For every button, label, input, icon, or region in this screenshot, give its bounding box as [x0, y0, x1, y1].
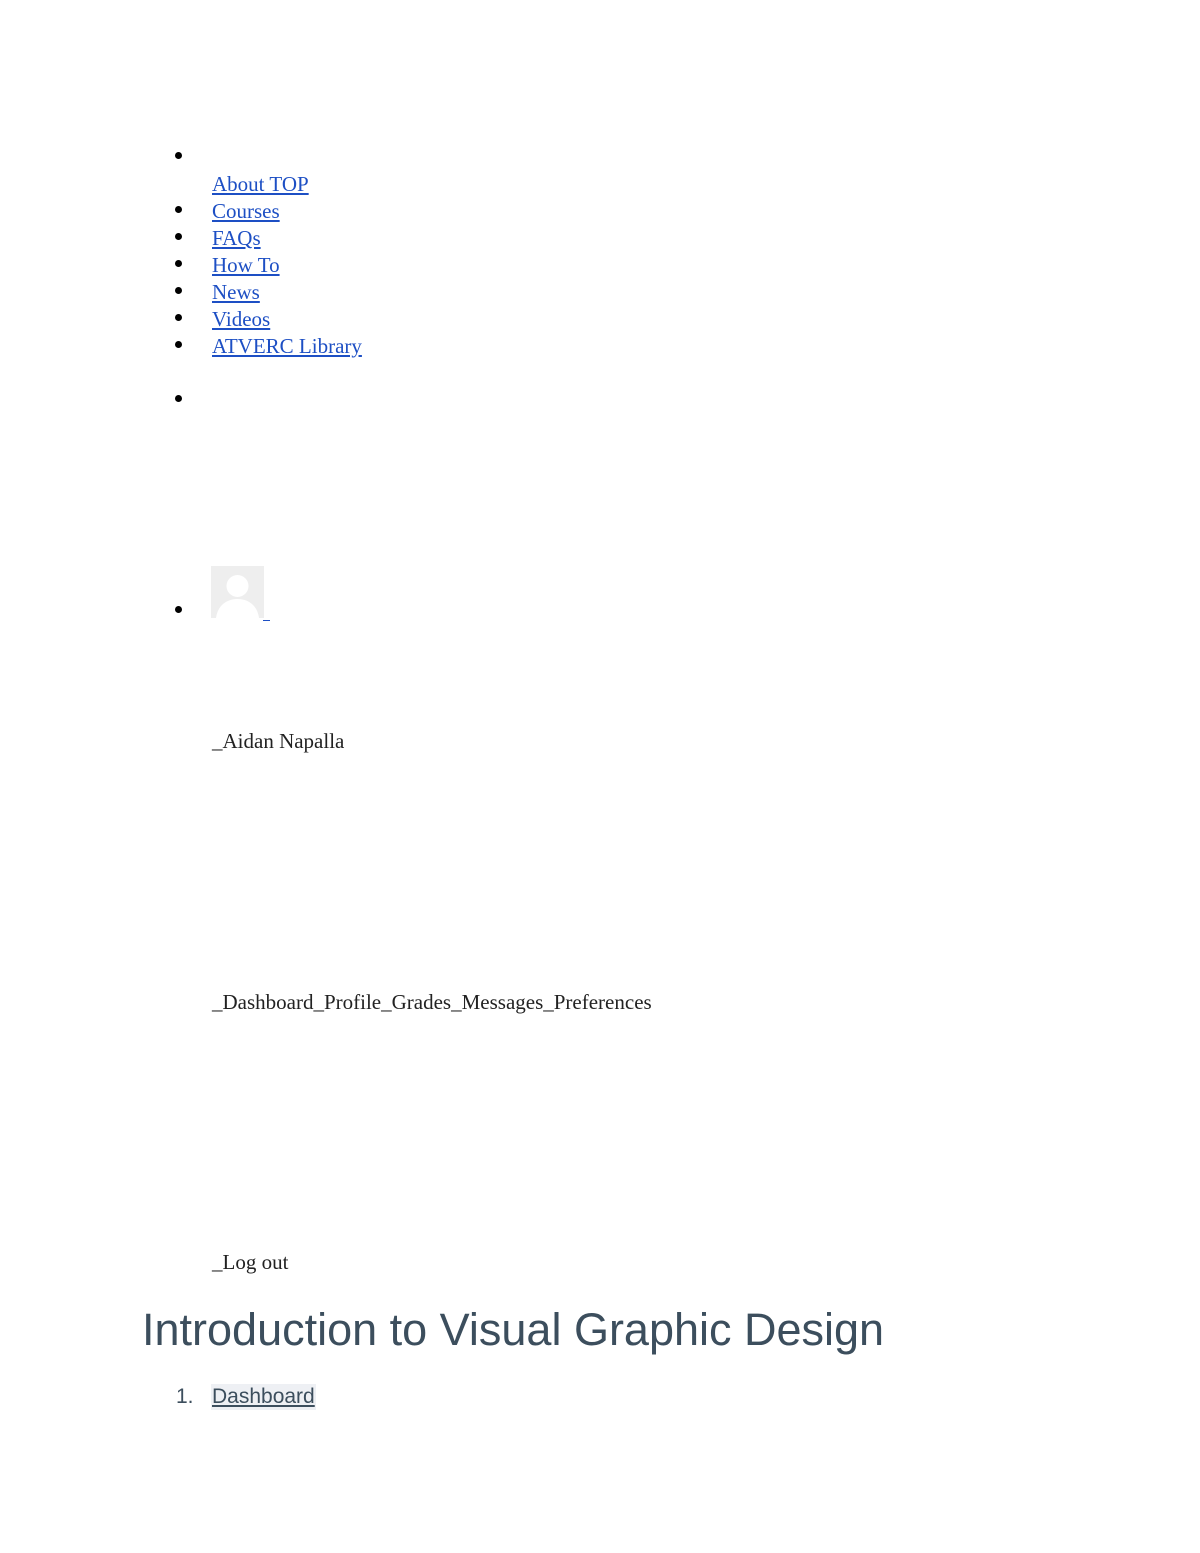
- logout-link[interactable]: _Log out: [212, 1250, 288, 1274]
- breadcrumb-item-number: 1.: [176, 1385, 194, 1408]
- nav-link-atverc-library[interactable]: ATVERC Library: [212, 334, 362, 358]
- user-menu-bullet: [175, 606, 182, 613]
- user-menu-links[interactable]: _Dashboard_Profile_Grades_Messages_Prefe…: [212, 990, 652, 1014]
- avatar-link-underline: [263, 620, 270, 621]
- nav-bullet-empty: [175, 395, 182, 402]
- user-silhouette-icon: [211, 566, 264, 618]
- page-title: Introduction to Visual Graphic Design: [142, 1304, 885, 1355]
- nav-bullet-empty: [175, 152, 182, 159]
- nav-bullet: [175, 314, 182, 321]
- nav-bullet: [175, 341, 182, 348]
- avatar[interactable]: [211, 566, 264, 618]
- nav-link-videos[interactable]: Videos: [212, 307, 270, 331]
- nav-link-faqs[interactable]: FAQs: [212, 226, 261, 250]
- nav-link-about-top[interactable]: About TOP: [212, 172, 309, 196]
- nav-link-news[interactable]: News: [212, 280, 260, 304]
- nav-bullet: [175, 233, 182, 240]
- nav-bullet: [175, 206, 182, 213]
- nav-link-courses[interactable]: Courses: [212, 199, 280, 223]
- nav-bullet: [175, 287, 182, 294]
- nav-bullet: [175, 260, 182, 267]
- nav-link-how-to[interactable]: How To: [212, 253, 280, 277]
- user-name[interactable]: _Aidan Napalla: [212, 729, 344, 753]
- breadcrumb-dashboard-link[interactable]: Dashboard: [211, 1384, 316, 1410]
